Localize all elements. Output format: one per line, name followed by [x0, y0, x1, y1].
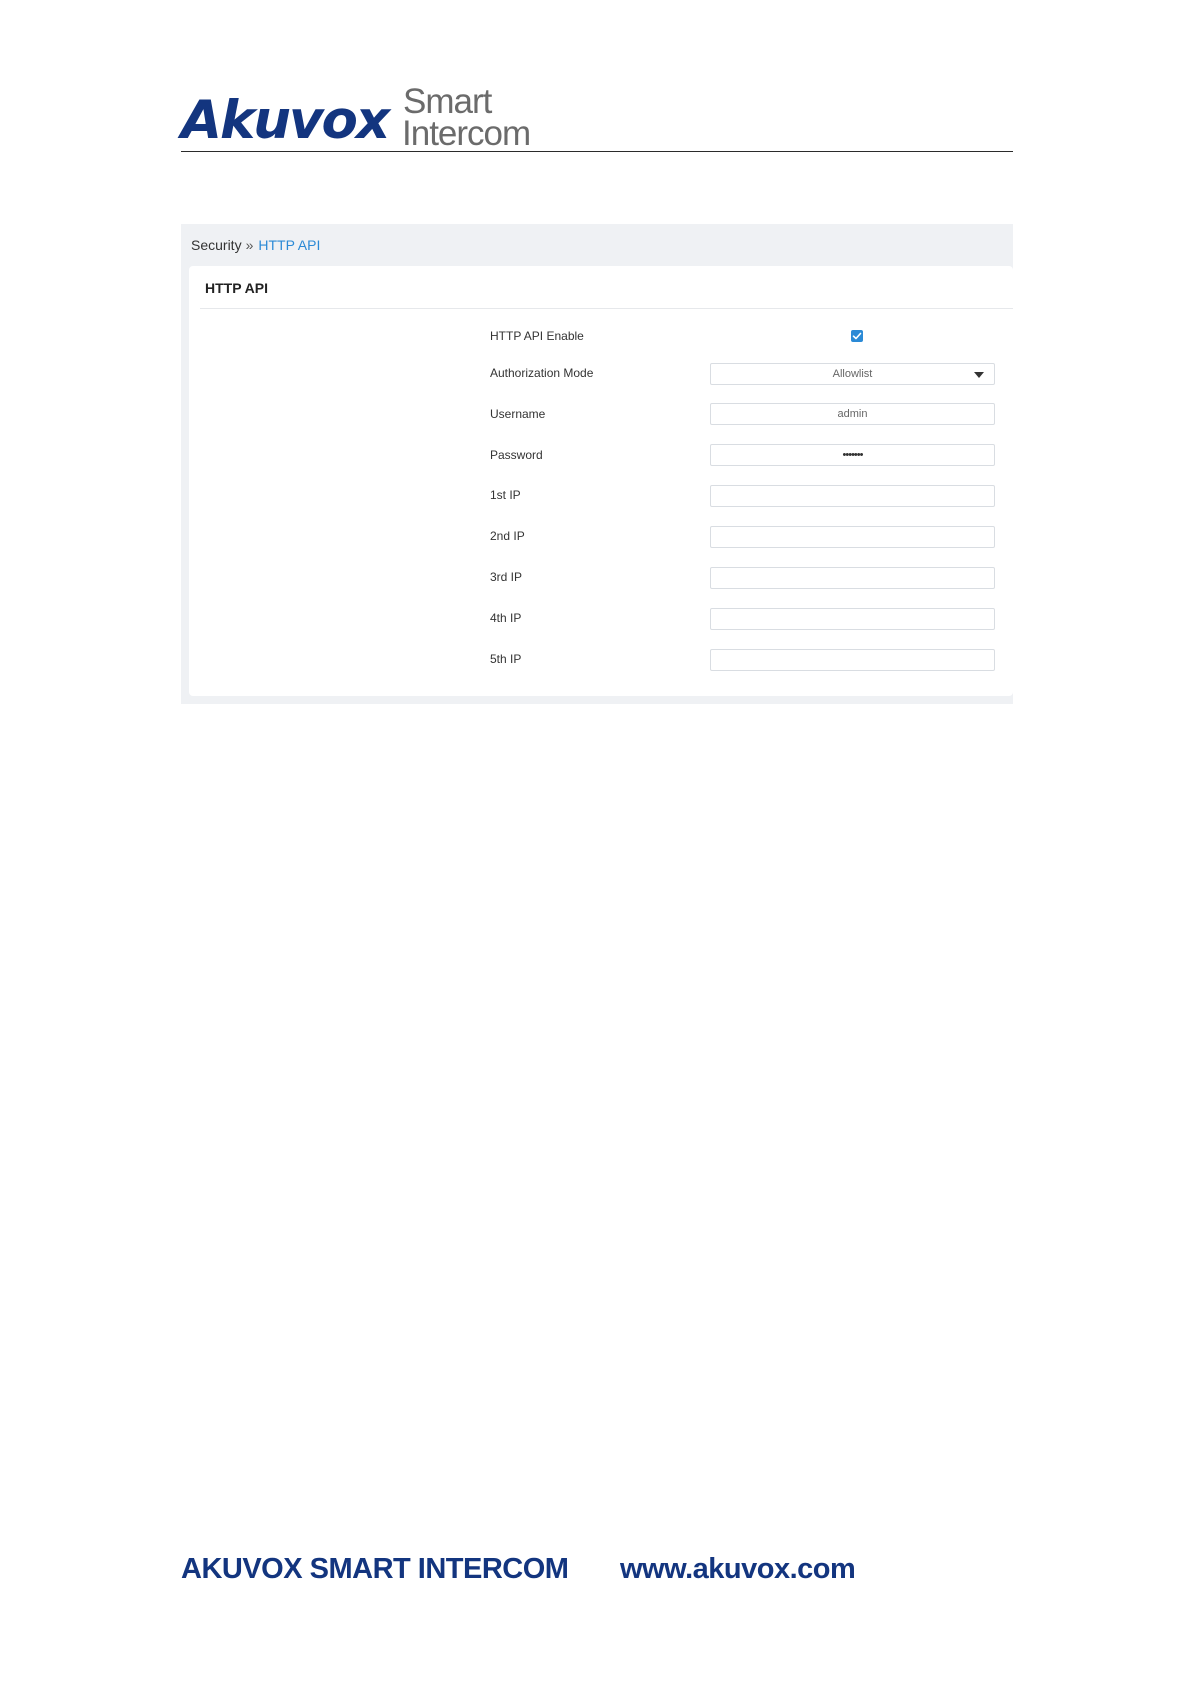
ip2-label: 2nd IP [490, 529, 525, 543]
logo-brand-text: Akuvox [181, 90, 390, 151]
breadcrumb-separator: » [245, 237, 254, 253]
ip5-input[interactable] [710, 649, 995, 671]
password-input[interactable]: ••••••• [710, 444, 995, 466]
ip3-input[interactable] [710, 567, 995, 589]
ip5-label: 5th IP [490, 652, 522, 666]
web-ui-screenshot: Security» HTTP API HTTP API HTTP API Enab… [181, 224, 1013, 704]
header-divider [181, 151, 1013, 152]
http-api-card: HTTP API HTTP API Enable Authorization M… [189, 266, 1013, 696]
http-api-enable-label: HTTP API Enable [490, 329, 584, 343]
akuvox-logo: Akuvox Smart Intercom [181, 84, 561, 153]
ip1-input[interactable] [710, 485, 995, 507]
card-title: HTTP API [205, 280, 269, 296]
footer-website-link[interactable]: www.akuvox.com [620, 1553, 856, 1586]
logo-intercom-text: Intercom [402, 114, 531, 153]
ip3-label: 3rd IP [490, 570, 523, 584]
authorization-mode-label: Authorization Mode [490, 366, 594, 380]
breadcrumb-security[interactable]: Security [191, 237, 242, 253]
ip4-label: 4th IP [490, 611, 522, 625]
http-api-enable-checkbox[interactable] [851, 330, 863, 342]
ip2-input[interactable] [710, 526, 995, 548]
username-label: Username [490, 407, 546, 421]
checkmark-icon [852, 332, 862, 340]
chevron-down-icon [974, 372, 984, 378]
card-divider [200, 308, 1013, 309]
username-input[interactable]: admin [710, 403, 995, 425]
password-label: Password [490, 448, 543, 462]
breadcrumb-http-api[interactable]: HTTP API [258, 237, 320, 253]
authorization-mode-value: Allowlist [832, 368, 873, 380]
ip4-input[interactable] [710, 608, 995, 630]
footer-company: AKUVOX SMART INTERCOM [181, 1553, 569, 1585]
authorization-mode-select[interactable]: Allowlist [710, 363, 995, 385]
ip1-label: 1st IP [490, 488, 521, 502]
breadcrumb: Security» HTTP API [191, 237, 320, 253]
